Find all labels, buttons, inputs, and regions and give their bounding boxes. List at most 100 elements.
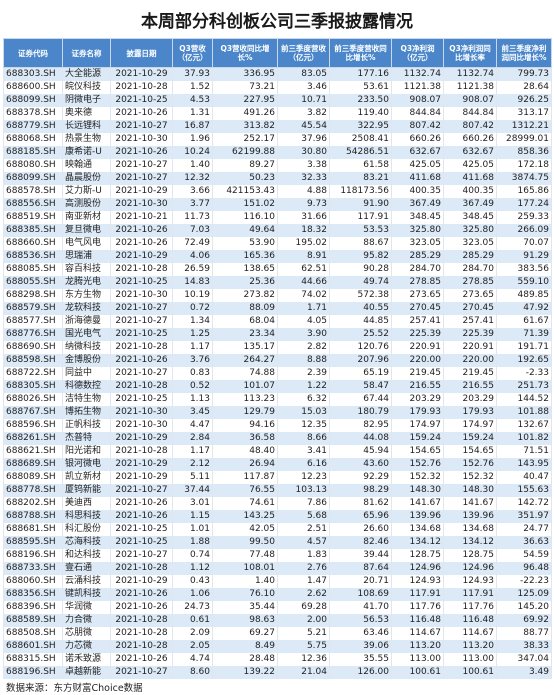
table-row: 688690.SH 纳微科技 2021-10-28 1.17 135.17 2.82 120… <box>3 341 552 354</box>
table-cell: 172.18 <box>496 159 552 172</box>
table-cell: 5.11 <box>172 471 213 484</box>
table-cell: 688089.SH <box>3 471 63 484</box>
table-cell: 688595.SH <box>3 536 63 549</box>
table-cell: 83.21 <box>329 172 392 185</box>
table-cell: 1.34 <box>172 315 213 328</box>
table-cell: 143.95 <box>496 458 552 471</box>
table-row: 688589.SH 力合微 2021-10-28 0.61 98.63 2.00 56.53… <box>3 614 552 627</box>
table-cell: 688578.SH <box>3 185 63 198</box>
disclosure-table: 证券代码 证券名称 披露日期 Q3营收（亿元） Q3营收同比增长% 前三季度营收… <box>3 38 552 679</box>
table-cell: 芯海科技 <box>62 536 111 549</box>
table-cell: 203.29 <box>443 393 497 406</box>
table-cell: 复旦微电 <box>62 224 111 237</box>
table-cell: 632.67 <box>391 146 444 159</box>
table-cell: 8.88 <box>277 354 330 367</box>
table-cell: 367.49 <box>391 198 444 211</box>
table-cell: 3.77 <box>172 198 213 211</box>
table-cell: 53.61 <box>329 81 392 94</box>
table-cell: 177.24 <box>496 198 552 211</box>
table-cell: 270.45 <box>443 302 497 315</box>
table-cell: 28.48 <box>212 653 278 666</box>
table-cell: 1.15 <box>172 510 213 523</box>
table-row: 688099.SH 晶晨股份 2021-10-27 12.32 50.23 32.33 83… <box>3 172 552 185</box>
table-cell: 2021-10-28 <box>110 562 173 575</box>
table-cell: 858.36 <box>496 146 552 159</box>
table-cell: 2021-10-26 <box>110 510 173 523</box>
table-cell: 37.44 <box>172 484 213 497</box>
table-cell: 73.21 <box>212 81 278 94</box>
table-cell: 108.69 <box>329 588 392 601</box>
table-cell: 35.55 <box>329 653 392 666</box>
table-cell: 39.44 <box>329 549 392 562</box>
table-cell: 96.48 <box>496 562 552 575</box>
table-header: 证券代码 证券名称 披露日期 Q3营收（亿元） Q3营收同比增长% 前三季度营收… <box>3 38 552 68</box>
table-cell: 43.60 <box>329 458 392 471</box>
table-cell: 82.95 <box>329 419 392 432</box>
table-cell: 688385.SH <box>3 224 63 237</box>
table-cell: 688261.SH <box>3 432 63 445</box>
table-cell: 26.60 <box>329 523 392 536</box>
table-cell: 科思科技 <box>62 510 111 523</box>
table-cell: 688596.SH <box>3 419 63 432</box>
table-cell: 421153.43 <box>212 185 278 198</box>
table-cell: 南亚新材 <box>62 211 111 224</box>
table-cell: 2021-10-25 <box>110 536 173 549</box>
table-cell: 浙海德曼 <box>62 315 111 328</box>
table-cell: 25.52 <box>329 328 392 341</box>
table-row: 688733.SH 壹石通 2021-10-28 1.12 108.01 2.76 87.6… <box>3 562 552 575</box>
table-cell: 2021-10-28 <box>110 263 173 276</box>
table-cell: 53.53 <box>329 224 392 237</box>
table-cell: 康希诺-U <box>62 146 111 159</box>
table-cell: 2021-10-27 <box>110 484 173 497</box>
table-cell: 82.46 <box>329 536 392 549</box>
table-cell: 113.00 <box>443 653 497 666</box>
table-cell: 116.10 <box>212 211 278 224</box>
table-cell: 2.09 <box>172 627 213 640</box>
table-cell: 688536.SH <box>3 250 63 263</box>
table-cell: 6.16 <box>277 458 330 471</box>
table-cell: 16.87 <box>172 120 213 133</box>
table-row: 688196.SH 卓越新能 2021-10-27 8.60 139.22 21.04 12… <box>3 666 552 679</box>
table-row: 688579.SH 龙软科技 2021-10-27 0.72 88.09 1.71 40.5… <box>3 302 552 315</box>
table-cell: 117.76 <box>443 601 497 614</box>
table-row: 688767.SH 博拓生物 2021-10-30 3.45 129.79 15.03 18… <box>3 406 552 419</box>
table-cell: 长远锂科 <box>62 120 111 133</box>
table-cell: 117.76 <box>391 601 444 614</box>
table-cell: 1.13 <box>172 393 213 406</box>
table-cell: 2021-10-25 <box>110 328 173 341</box>
table-cell: 425.05 <box>391 159 444 172</box>
table-cell: 128.75 <box>391 549 444 562</box>
table-cell: 688788.SH <box>3 510 63 523</box>
table-cell: 76.55 <box>212 484 278 497</box>
table-cell: 38.33 <box>496 640 552 653</box>
table-cell: 65.96 <box>329 510 392 523</box>
table-cell: 杰普特 <box>62 432 111 445</box>
table-cell: 103.13 <box>277 484 330 497</box>
table-cell: 159.24 <box>443 432 497 445</box>
table-cell: 12.23 <box>277 471 330 484</box>
table-cell: 纳微科技 <box>62 341 111 354</box>
table-cell: 69.28 <box>277 601 330 614</box>
table-cell: 688598.SH <box>3 354 63 367</box>
table-cell: 5.21 <box>277 627 330 640</box>
table-cell: 2021-10-29 <box>110 575 173 588</box>
table-cell: 2021-10-25 <box>110 393 173 406</box>
table-cell: -2.33 <box>496 367 552 380</box>
table-cell: 1.06 <box>172 588 213 601</box>
table-cell: 1.17 <box>172 445 213 458</box>
table-cell: 117.91 <box>329 211 392 224</box>
table-cell: 251.73 <box>496 380 552 393</box>
table-cell: 165.36 <box>212 250 278 263</box>
table-cell: 4.53 <box>172 94 213 107</box>
table-cell: 3.90 <box>277 328 330 341</box>
table-cell: 688185.SH <box>3 146 63 159</box>
table-row: 688596.SH 正帆科技 2021-10-30 4.47 94.16 12.35 82.… <box>3 419 552 432</box>
table-cell: 1.96 <box>172 133 213 146</box>
table-cell: 148.30 <box>391 484 444 497</box>
table-cell: 252.17 <box>212 133 278 146</box>
table-row: 688600.SH 皖仪科技 2021-10-28 1.52 73.21 3.46 53.6… <box>3 81 552 94</box>
table-cell: 映翰通 <box>62 159 111 172</box>
table-cell: 1121.38 <box>391 81 444 94</box>
table-cell: 225.39 <box>443 328 497 341</box>
table-cell: 2021-10-26 <box>110 107 173 120</box>
